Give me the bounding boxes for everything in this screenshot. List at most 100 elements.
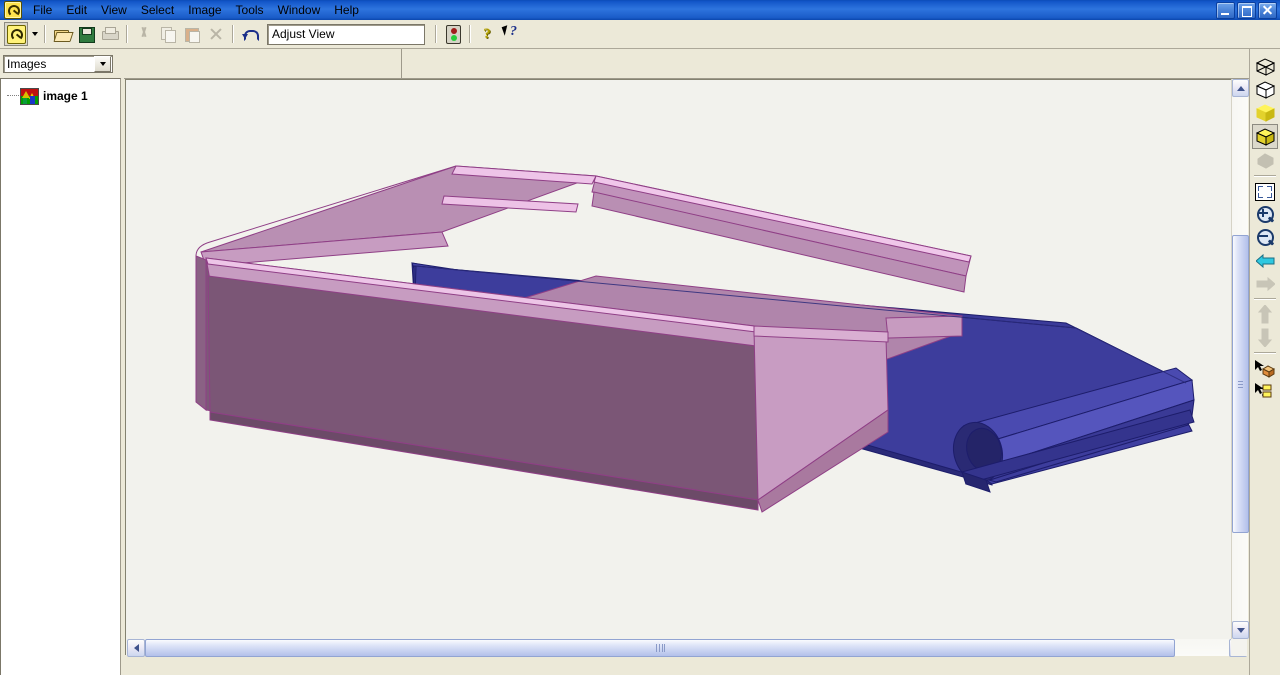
shaded-view-button[interactable] — [1253, 101, 1277, 124]
scroll-down-button[interactable] — [1232, 621, 1249, 639]
scissors-icon — [135, 25, 153, 43]
chevron-up-icon — [1236, 85, 1245, 91]
minimize-button[interactable] — [1216, 1, 1235, 19]
rotate-tool-dropdown[interactable] — [29, 23, 40, 45]
pick-part-icon — [1255, 359, 1276, 378]
chevron-down-icon — [1236, 627, 1245, 633]
undo-button[interactable] — [239, 23, 261, 45]
save-button[interactable] — [75, 23, 97, 45]
traffic-light-icon — [445, 24, 461, 44]
horizontal-scroll-thumb[interactable] — [145, 639, 1175, 657]
hidden-line-cube-icon — [1255, 80, 1275, 99]
menu-help[interactable]: Help — [327, 1, 366, 19]
chevron-down-icon — [99, 62, 106, 66]
tree-item-label: image 1 — [43, 89, 88, 103]
toolbar-secondary-strip — [124, 49, 1280, 79]
viewport-3d[interactable] — [125, 79, 1247, 655]
scroll-left-button[interactable] — [127, 639, 145, 657]
object-type-select[interactable]: Images — [3, 55, 113, 73]
zoom-out-icon — [1256, 228, 1275, 247]
panel-left-empty — [124, 49, 402, 78]
rail-separator — [1254, 352, 1276, 354]
scroll-grip-icon — [656, 644, 665, 652]
zoom-in-icon — [1256, 205, 1275, 224]
toolbar-separator — [232, 25, 234, 43]
menu-file[interactable]: File — [26, 1, 59, 19]
print-button[interactable] — [99, 23, 121, 45]
pick-assembly-icon — [1255, 382, 1275, 401]
restore-button[interactable] — [1237, 1, 1256, 19]
arrow-right-icon — [1256, 276, 1276, 291]
viewport-vertical-scrollbar[interactable] — [1231, 79, 1249, 639]
arrow-left-icon — [1254, 253, 1275, 268]
tree-item-image-1[interactable]: image 1 — [1, 87, 120, 105]
zoom-in-button[interactable] — [1253, 203, 1277, 226]
next-view-button[interactable] — [1253, 272, 1277, 295]
sidebar: Images image 1 — [0, 49, 124, 675]
menu-image[interactable]: Image — [181, 1, 228, 19]
question-mark-icon: ? — [483, 26, 491, 42]
application-window: File Edit View Select Image Tools Window… — [0, 0, 1280, 675]
scroll-up-button[interactable] — [1232, 79, 1249, 97]
rail-separator — [1254, 298, 1276, 300]
menu-edit[interactable]: Edit — [59, 1, 94, 19]
image-thumbnail-icon — [20, 87, 39, 105]
panel-right-empty — [402, 49, 1280, 78]
rotate-tool-button[interactable] — [4, 22, 28, 46]
vertical-scroll-thumb[interactable] — [1232, 235, 1249, 533]
copy-icon — [159, 25, 177, 43]
smooth-shaded-view-button[interactable] — [1253, 149, 1277, 172]
move-down-button[interactable] — [1253, 326, 1277, 349]
object-type-value: Images — [7, 57, 47, 71]
shaded-with-edges-view-button[interactable] — [1252, 124, 1278, 149]
zoom-fit-icon — [1255, 182, 1275, 201]
previous-view-button[interactable] — [1253, 249, 1277, 272]
zoom-out-button[interactable] — [1253, 226, 1277, 249]
smooth-shape-icon — [1256, 152, 1275, 170]
object-type-dropdown-button[interactable] — [94, 56, 111, 72]
delete-button[interactable] — [205, 23, 227, 45]
cut-button[interactable] — [133, 23, 155, 45]
pick-assembly-button[interactable] — [1253, 380, 1277, 403]
pick-part-button[interactable] — [1253, 357, 1277, 380]
rotate-view-icon — [6, 24, 26, 44]
paste-button[interactable] — [181, 23, 203, 45]
context-help-button[interactable]: ? — [500, 23, 522, 45]
scroll-grip-icon — [1238, 381, 1243, 388]
view-mode-value: Adjust View — [272, 27, 335, 41]
clipboard-icon — [183, 25, 201, 43]
undo-arrow-icon — [241, 25, 259, 43]
toolbar-separator — [44, 25, 46, 43]
view-tool-rail — [1249, 49, 1280, 675]
status-light-button[interactable] — [442, 23, 464, 45]
copy-button[interactable] — [157, 23, 179, 45]
arrow-question-icon: ? — [501, 24, 520, 43]
model-drawing — [126, 80, 1247, 655]
move-up-button[interactable] — [1253, 303, 1277, 326]
chevron-left-icon — [133, 644, 139, 652]
shaded-edges-cube-icon — [1255, 127, 1275, 146]
menu-select[interactable]: Select — [134, 1, 181, 19]
menu-view[interactable]: View — [94, 1, 134, 19]
menu-tools[interactable]: Tools — [229, 1, 271, 19]
app-logo-icon — [4, 1, 22, 19]
rail-separator — [1254, 175, 1276, 177]
open-button[interactable] — [51, 23, 73, 45]
hidden-line-view-button[interactable] — [1253, 78, 1277, 101]
view-mode-field[interactable]: Adjust View — [267, 23, 425, 45]
toolbar-separator — [126, 25, 128, 43]
printer-icon — [101, 25, 119, 43]
help-button[interactable]: ? — [476, 23, 498, 45]
menu-bar: File Edit View Select Image Tools Window… — [0, 0, 366, 20]
object-tree-panel[interactable]: image 1 — [0, 78, 121, 675]
shaded-cube-icon — [1255, 103, 1275, 122]
wireframe-view-button[interactable] — [1253, 55, 1277, 78]
tree-connector — [7, 95, 19, 97]
viewport-horizontal-scrollbar[interactable] — [127, 639, 1247, 657]
floppy-disk-icon — [77, 25, 95, 43]
zoom-fit-button[interactable] — [1253, 180, 1277, 203]
menu-window[interactable]: Window — [271, 1, 328, 19]
arrow-down-icon — [1257, 328, 1273, 348]
scrollbar-corner — [1231, 639, 1247, 656]
close-button[interactable] — [1258, 1, 1277, 19]
